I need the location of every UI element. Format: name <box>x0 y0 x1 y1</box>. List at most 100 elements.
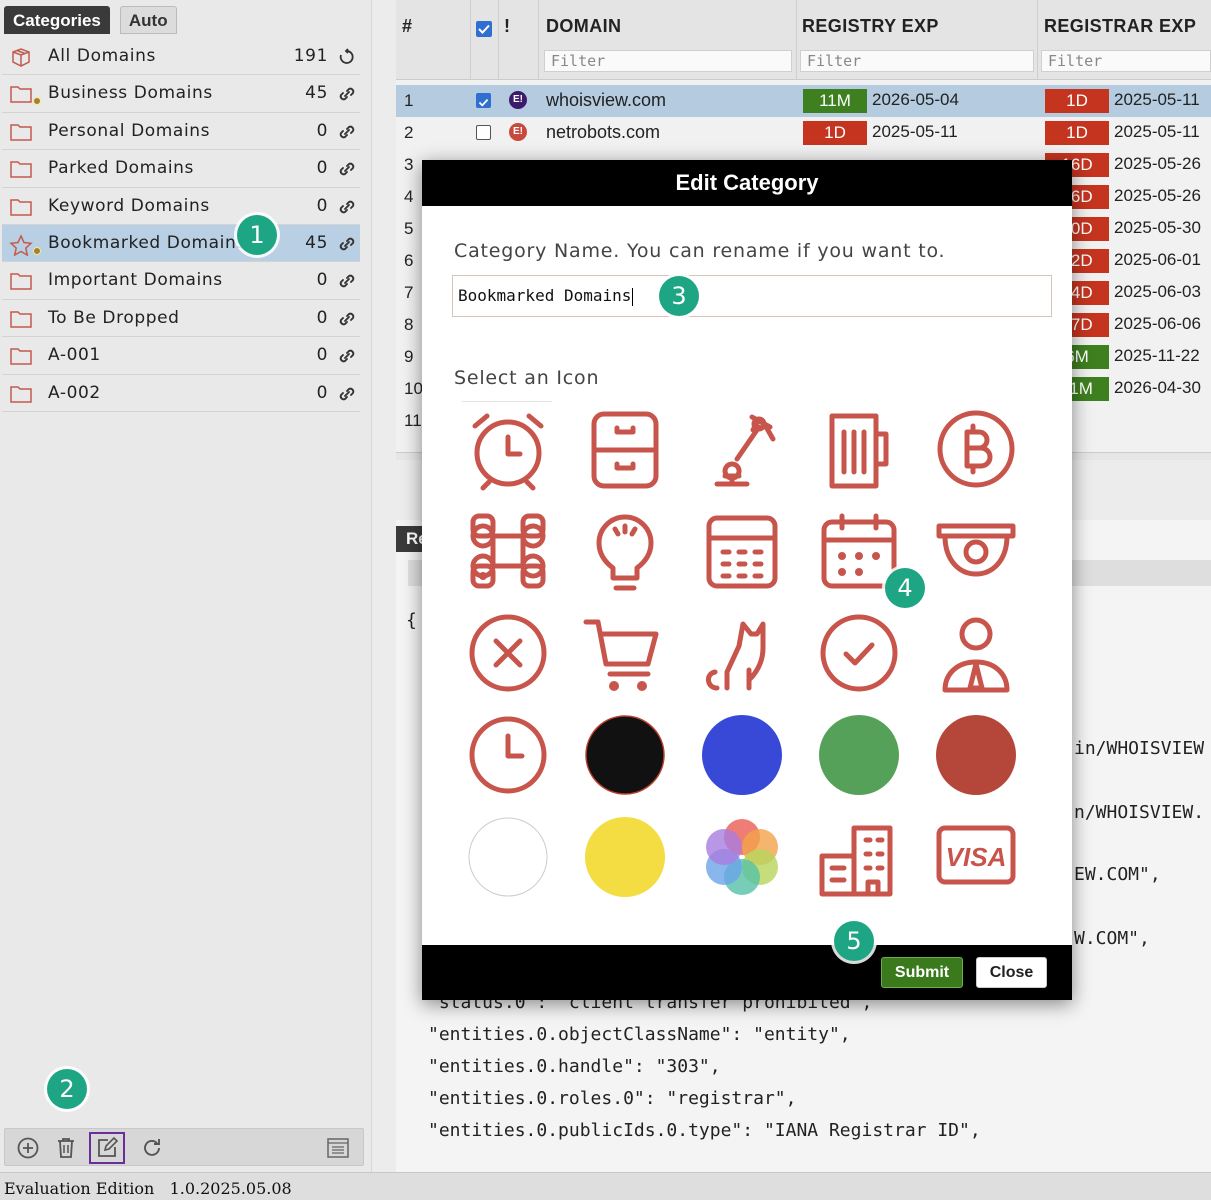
security-camera-icon[interactable] <box>931 506 1021 596</box>
folder-icon <box>9 271 33 291</box>
tab-categories[interactable]: Categories <box>4 6 110 34</box>
registrar-date: 2025-06-01 <box>1114 250 1201 269</box>
office-building-icon[interactable] <box>814 812 904 902</box>
bitcoin-icon[interactable] <box>931 404 1021 494</box>
delete-category-button[interactable] <box>51 1134 81 1162</box>
row-number: 10 <box>404 379 423 398</box>
submit-button[interactable]: Submit <box>881 957 963 988</box>
circle-check-icon[interactable] <box>814 608 904 698</box>
grid-header: # ! DOMAIN Filter REGISTRY EXP Filter RE… <box>396 0 1211 80</box>
link-icon[interactable] <box>337 84 357 104</box>
tab-auto[interactable]: Auto <box>119 6 177 34</box>
beer-mug-icon[interactable] <box>814 404 904 494</box>
blue-circle-icon[interactable] <box>697 710 787 800</box>
registrar-remaining-pill: 1D <box>1045 121 1109 145</box>
link-icon[interactable] <box>337 384 357 404</box>
link-icon[interactable] <box>337 271 357 291</box>
registrar-date: 2025-05-26 <box>1114 186 1201 205</box>
shopping-cart-icon[interactable] <box>580 608 670 698</box>
category-list: All Domains 191 Business Domains 45 Personal… <box>2 38 360 412</box>
circle-x-icon[interactable] <box>463 608 553 698</box>
category-item[interactable]: Personal Domains 0 <box>2 113 360 151</box>
categories-panel: Categories Auto All Domains 191 Business D… <box>0 0 372 1172</box>
robot-arm-icon[interactable] <box>697 404 787 494</box>
active-dot-icon <box>33 97 41 106</box>
visa-card-icon[interactable]: VISA <box>931 812 1021 902</box>
lightbulb-icon[interactable] <box>580 506 670 596</box>
registrar-date: 2025-11-22 <box>1114 346 1200 365</box>
folder-icon <box>9 197 33 217</box>
registrar-filter[interactable]: Filter <box>1041 50 1211 72</box>
close-button[interactable]: Close <box>976 957 1047 988</box>
col-domain-header[interactable]: DOMAIN <box>546 16 621 37</box>
user-tie-icon[interactable] <box>931 608 1021 698</box>
callout-3: 3 <box>659 276 699 316</box>
col-registrar-header[interactable]: REGISTRAR EXP <box>1044 16 1196 37</box>
category-item[interactable]: Bookmarked Domains 45 <box>2 224 360 263</box>
filing-cabinet-icon[interactable] <box>580 404 670 494</box>
category-item[interactable]: A-002 0 <box>2 375 360 412</box>
category-name-label: Category Name. You can rename if you wan… <box>454 240 946 262</box>
json-line: "entities.0.publicIds.0.type": "IANA Reg… <box>428 1120 981 1141</box>
link-icon[interactable] <box>337 197 357 217</box>
json-line: { <box>406 610 417 631</box>
category-item[interactable]: Parked Domains 0 <box>2 150 360 188</box>
yellow-circle-icon[interactable] <box>580 812 670 902</box>
link-icon[interactable] <box>337 346 357 366</box>
domain-cell: whoisview.com <box>546 90 667 110</box>
sidebar-tabs: Categories Auto <box>4 6 177 34</box>
col-registry-header[interactable]: REGISTRY EXP <box>802 16 939 37</box>
table-row[interactable]: 2 E! netrobots.com 1D 2025-05-11 1D 2025-05-11 <box>396 117 1211 149</box>
sync-icon[interactable] <box>337 47 357 67</box>
black-circle-icon[interactable] <box>580 710 670 800</box>
registry-filter[interactable]: Filter <box>800 50 1034 72</box>
category-item[interactable]: All Domains 191 <box>2 38 360 76</box>
json-line: W.COM", <box>1074 928 1150 949</box>
link-icon[interactable] <box>337 159 357 179</box>
category-label: A-002 <box>48 382 101 403</box>
edit-icon <box>98 1136 119 1157</box>
col-num-header[interactable]: # <box>402 16 412 37</box>
category-item[interactable]: Keyword Domains 0 <box>2 188 360 225</box>
dialog-title: Edit Category <box>422 160 1072 206</box>
table-row[interactable]: 1 E! whoisview.com 11M 2026-05-04 1D 2025-05-1… <box>396 85 1211 117</box>
registry-date: 2025-05-11 <box>872 122 958 141</box>
status-badge: E! <box>509 123 527 141</box>
registrar-date: 2026-04-30 <box>1114 378 1201 397</box>
add-category-button[interactable] <box>13 1134 43 1162</box>
category-item[interactable]: Important Domains 0 <box>2 262 360 300</box>
select-all-checkbox[interactable] <box>476 21 492 37</box>
category-count: 191 <box>293 46 328 66</box>
link-icon[interactable] <box>337 309 357 329</box>
category-name-input[interactable]: Bookmarked Domains <box>452 275 1052 317</box>
col-flag-header[interactable]: ! <box>504 16 510 37</box>
cat-icon[interactable] <box>697 608 787 698</box>
command-key-icon[interactable] <box>463 506 553 596</box>
color-flower-icon[interactable] <box>697 812 787 902</box>
category-count: 45 <box>305 83 328 104</box>
link-icon[interactable] <box>337 234 357 254</box>
clock-icon[interactable] <box>463 710 553 800</box>
green-circle-icon[interactable] <box>814 710 904 800</box>
refresh-button[interactable] <box>137 1134 167 1162</box>
calculator-icon[interactable] <box>697 506 787 596</box>
toggle-panel-button[interactable] <box>323 1134 353 1162</box>
edit-category-button[interactable] <box>89 1132 125 1164</box>
category-item[interactable]: To Be Dropped 0 <box>2 300 360 338</box>
white-circle-icon[interactable] <box>463 812 553 902</box>
red-circle-icon[interactable] <box>931 710 1021 800</box>
row-checkbox[interactable] <box>476 93 491 108</box>
link-icon[interactable] <box>337 122 357 142</box>
domain-filter[interactable]: Filter <box>544 50 792 72</box>
category-item[interactable]: A-001 0 <box>2 337 360 375</box>
category-label: A-001 <box>48 345 101 366</box>
trash-icon <box>58 1138 74 1158</box>
row-checkbox[interactable] <box>476 125 491 140</box>
version-label: 1.0.2025.05.08 <box>169 1179 292 1198</box>
callout-5: 5 <box>834 921 874 961</box>
star-icon <box>9 234 33 257</box>
category-count: 0 <box>316 382 328 403</box>
alarm-clock-icon[interactable] <box>463 404 553 494</box>
category-item[interactable]: Business Domains 45 <box>2 75 360 113</box>
registrar-date: 2025-05-30 <box>1114 218 1201 237</box>
